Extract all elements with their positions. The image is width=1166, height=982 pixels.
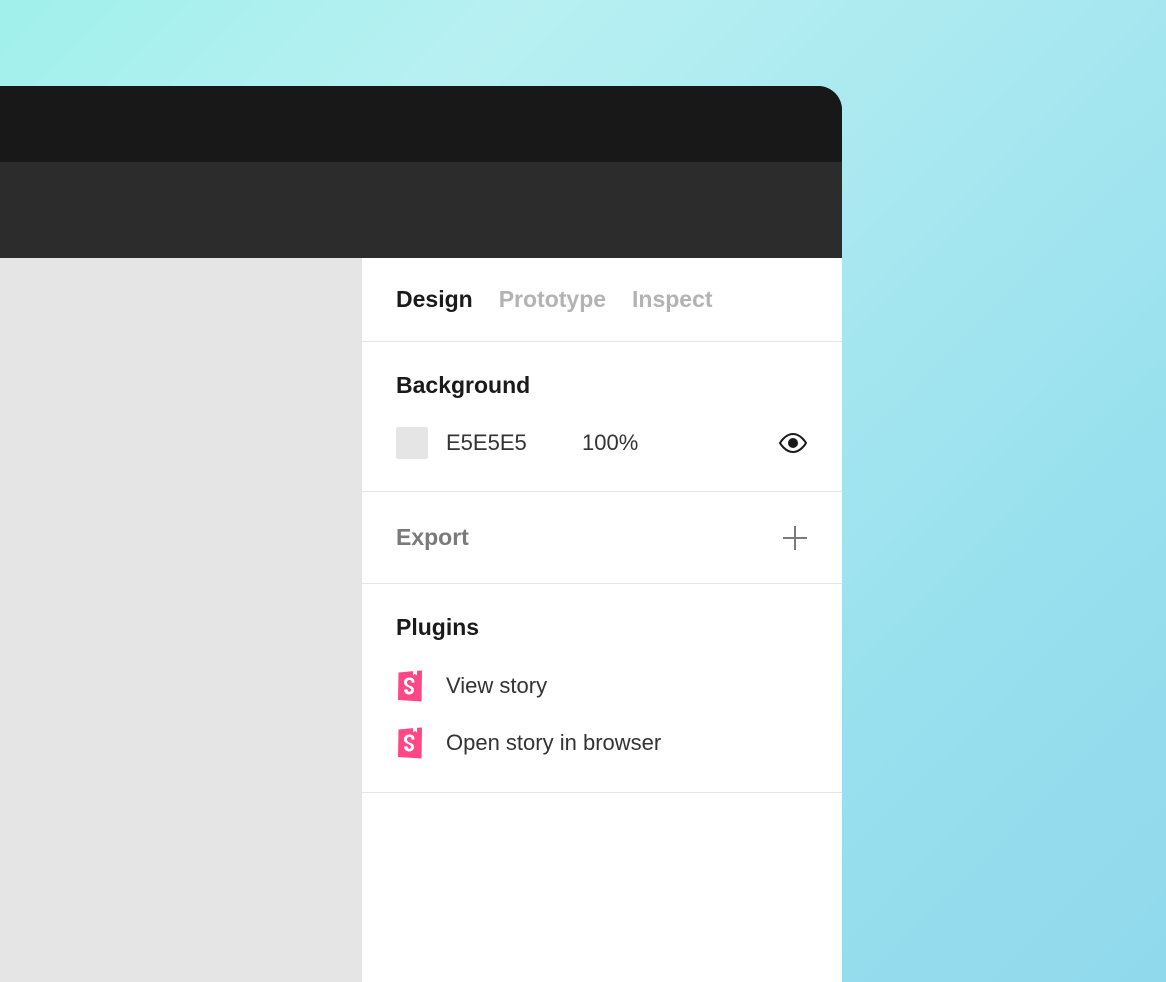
visibility-toggle-icon[interactable] (778, 434, 808, 452)
plugins-title: Plugins (396, 614, 808, 641)
tab-prototype[interactable]: Prototype (499, 286, 606, 313)
plugins-section: Plugins View story (362, 584, 842, 793)
color-hex-value[interactable]: E5E5E5 (446, 430, 564, 456)
plugin-label: View story (446, 673, 547, 699)
background-section: Background E5E5E5 100% (362, 342, 842, 492)
plugin-label: Open story in browser (446, 730, 661, 756)
properties-panel: Design Prototype Inspect Background E5E5… (362, 258, 842, 982)
app-window: Design Prototype Inspect Background E5E5… (0, 86, 842, 982)
color-swatch[interactable] (396, 427, 428, 459)
tab-inspect[interactable]: Inspect (632, 286, 713, 313)
background-row: E5E5E5 100% (396, 427, 808, 459)
titlebar (0, 86, 842, 162)
toolbar (0, 162, 842, 258)
storybook-icon (396, 671, 424, 701)
tab-design[interactable]: Design (396, 286, 473, 313)
background-title: Background (396, 372, 808, 399)
color-opacity-value[interactable]: 100% (582, 430, 760, 456)
panel-tabs: Design Prototype Inspect (362, 258, 842, 342)
main-area: Design Prototype Inspect Background E5E5… (0, 258, 842, 982)
plugin-item-view-story[interactable]: View story (396, 671, 808, 701)
plugin-item-open-story-browser[interactable]: Open story in browser (396, 728, 808, 758)
canvas[interactable] (0, 258, 362, 982)
storybook-icon (396, 728, 424, 758)
export-title: Export (396, 524, 469, 551)
export-section: Export (362, 492, 842, 584)
add-export-icon[interactable] (782, 525, 808, 551)
